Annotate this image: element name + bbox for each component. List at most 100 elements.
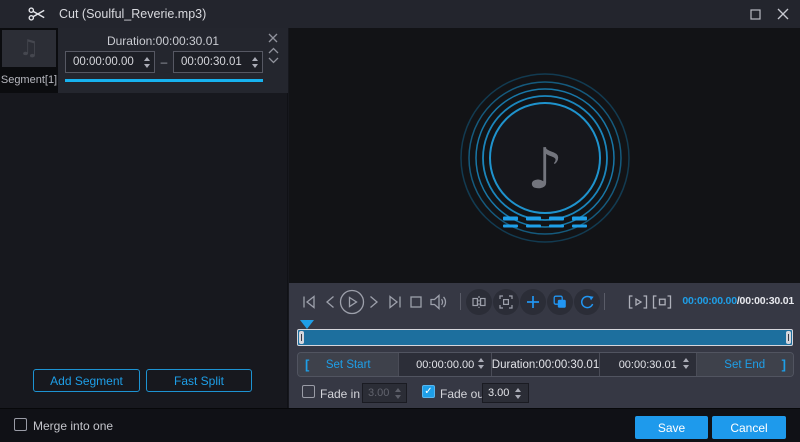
segment-duration-label: Duration:00:00:30.01	[58, 34, 268, 48]
spinner-down-icon[interactable]	[252, 64, 258, 68]
segment-delete-icon[interactable]	[265, 31, 281, 44]
trim-start-spinner[interactable]	[474, 356, 488, 370]
trim-end-spinner[interactable]	[679, 356, 693, 370]
fade-in-spinner[interactable]	[391, 386, 405, 400]
fade-out-checkbox[interactable]: ✓	[422, 385, 435, 398]
close-bracket: ]	[782, 357, 786, 372]
play-selection-button[interactable]	[628, 294, 649, 310]
spinner-down-icon[interactable]	[515, 395, 521, 399]
total-time: /00:00:30.01	[737, 295, 794, 307]
set-start-label: Set Start	[326, 359, 371, 371]
controls-divider	[604, 293, 605, 310]
trim-controls-row: [ Set Start Duration:00:00:30.01	[297, 352, 794, 377]
segment-item[interactable]: ♫ Segment[1] Duration:00:00:30.01 –	[0, 28, 288, 93]
merge-into-one-label: Merge into one	[33, 419, 113, 433]
fade-out-label: Fade out	[440, 387, 487, 401]
segment-end-input[interactable]	[174, 56, 248, 68]
spinner-down-icon[interactable]	[395, 395, 401, 399]
set-start-button[interactable]: [ Set Start	[298, 353, 398, 376]
add-segment-icon-button[interactable]	[520, 289, 546, 315]
segment-thumbnail[interactable]: ♫	[2, 30, 56, 67]
equalizer-dashes	[503, 217, 587, 228]
close-button[interactable]	[768, 0, 798, 28]
save-button[interactable]: Save	[635, 416, 708, 439]
skip-to-start-icon[interactable]	[302, 294, 317, 310]
current-time: 00:00:00.00	[682, 295, 736, 307]
spinner-up-icon[interactable]	[478, 358, 484, 362]
trim-duration: Duration:00:00:30.01	[491, 353, 599, 376]
check-icon: ✓	[424, 387, 432, 397]
fade-in-input[interactable]	[363, 386, 391, 400]
spinner-down-icon[interactable]	[144, 64, 150, 68]
range-separator: –	[155, 55, 173, 69]
music-note-icon: ♪	[527, 142, 563, 198]
playback-controls: 00:00:00.00/00:00:30.01	[289, 283, 800, 321]
fade-in-spinbox[interactable]	[362, 383, 407, 403]
segment-move-down-icon[interactable]	[266, 55, 280, 65]
fade-in-checkbox[interactable]	[302, 385, 315, 398]
titlebar: Cut (Soulful_Reverie.mp3)	[0, 0, 800, 28]
split-segment-button[interactable]	[466, 289, 492, 315]
trim-start-input[interactable]	[413, 358, 477, 372]
trim-end-handle[interactable]	[786, 331, 791, 344]
trim-start-handle[interactable]	[299, 331, 304, 344]
set-end-label: Set End	[724, 359, 765, 371]
previous-frame-icon[interactable]	[324, 294, 336, 310]
footer: Merge into one Save Cancel	[0, 408, 800, 442]
spinner-up-icon[interactable]	[395, 388, 401, 392]
play-button[interactable]	[339, 289, 365, 315]
spinner-up-icon[interactable]	[515, 388, 521, 392]
trim-end-input[interactable]	[616, 358, 680, 372]
segment-label: Segment[1]	[0, 74, 58, 86]
spinner-down-icon[interactable]	[478, 365, 484, 369]
segment-thumbnail-strip: ♫ Segment[1]	[0, 28, 58, 93]
spinner-down-icon[interactable]	[683, 365, 689, 369]
fade-in-label: Fade in	[320, 387, 360, 401]
segment-move-up-icon[interactable]	[266, 45, 280, 55]
set-end-button[interactable]: Set End ]	[696, 353, 794, 376]
spinner-up-icon[interactable]	[252, 57, 258, 61]
merge-into-one-checkbox[interactable]	[14, 418, 27, 431]
audio-preview: ♪	[289, 28, 800, 283]
segment-time-fields: –	[65, 51, 263, 73]
next-frame-icon[interactable]	[368, 294, 380, 310]
segment-start-field[interactable]	[65, 51, 155, 73]
trim-end-field[interactable]	[599, 353, 696, 376]
segment-start-spinner[interactable]	[140, 55, 154, 69]
cut-dialog-window: Cut (Soulful_Reverie.mp3) ♫ Segment[1] D…	[0, 0, 800, 442]
fade-out-spinner[interactable]	[511, 386, 525, 400]
maximize-button[interactable]	[740, 0, 770, 28]
segment-card: Duration:00:00:30.01 –	[58, 28, 288, 93]
volume-icon[interactable]	[430, 294, 449, 310]
trim-duration-label: Duration:00:00:30.01	[492, 359, 599, 371]
fade-out-spinbox[interactable]	[482, 383, 529, 403]
segment-start-input[interactable]	[66, 56, 140, 68]
timeline	[289, 321, 800, 355]
music-note-thumb-icon: ♫	[19, 36, 39, 61]
skip-to-end-icon[interactable]	[388, 294, 403, 310]
segment-progress-line	[65, 79, 263, 82]
segment-end-field[interactable]	[173, 51, 263, 73]
trim-start-field[interactable]	[398, 353, 491, 376]
fade-out-input[interactable]	[483, 386, 511, 400]
window-title: Cut (Soulful_Reverie.mp3)	[59, 7, 206, 21]
segment-end-spinner[interactable]	[248, 55, 262, 69]
player-panel: ♪	[289, 28, 800, 408]
spinner-up-icon[interactable]	[683, 358, 689, 362]
add-segment-button[interactable]: Add Segment	[33, 369, 140, 392]
time-display: 00:00:00.00/00:00:30.01	[682, 295, 794, 307]
fast-split-button[interactable]: Fast Split	[146, 369, 252, 392]
cancel-button[interactable]: Cancel	[712, 416, 786, 439]
spinner-up-icon[interactable]	[144, 57, 150, 61]
segment-panel: ♫ Segment[1] Duration:00:00:30.01 –	[0, 28, 288, 408]
timeline-track[interactable]	[297, 329, 793, 346]
open-bracket: [	[305, 357, 309, 372]
stop-selection-button[interactable]	[652, 294, 673, 310]
scissors-icon	[28, 6, 47, 22]
select-region-button[interactable]	[493, 289, 519, 315]
playhead-marker[interactable]	[300, 320, 314, 329]
reset-button[interactable]	[574, 289, 600, 315]
copy-segment-button[interactable]	[547, 289, 573, 315]
stop-button[interactable]	[409, 295, 423, 309]
controls-divider	[460, 293, 461, 310]
